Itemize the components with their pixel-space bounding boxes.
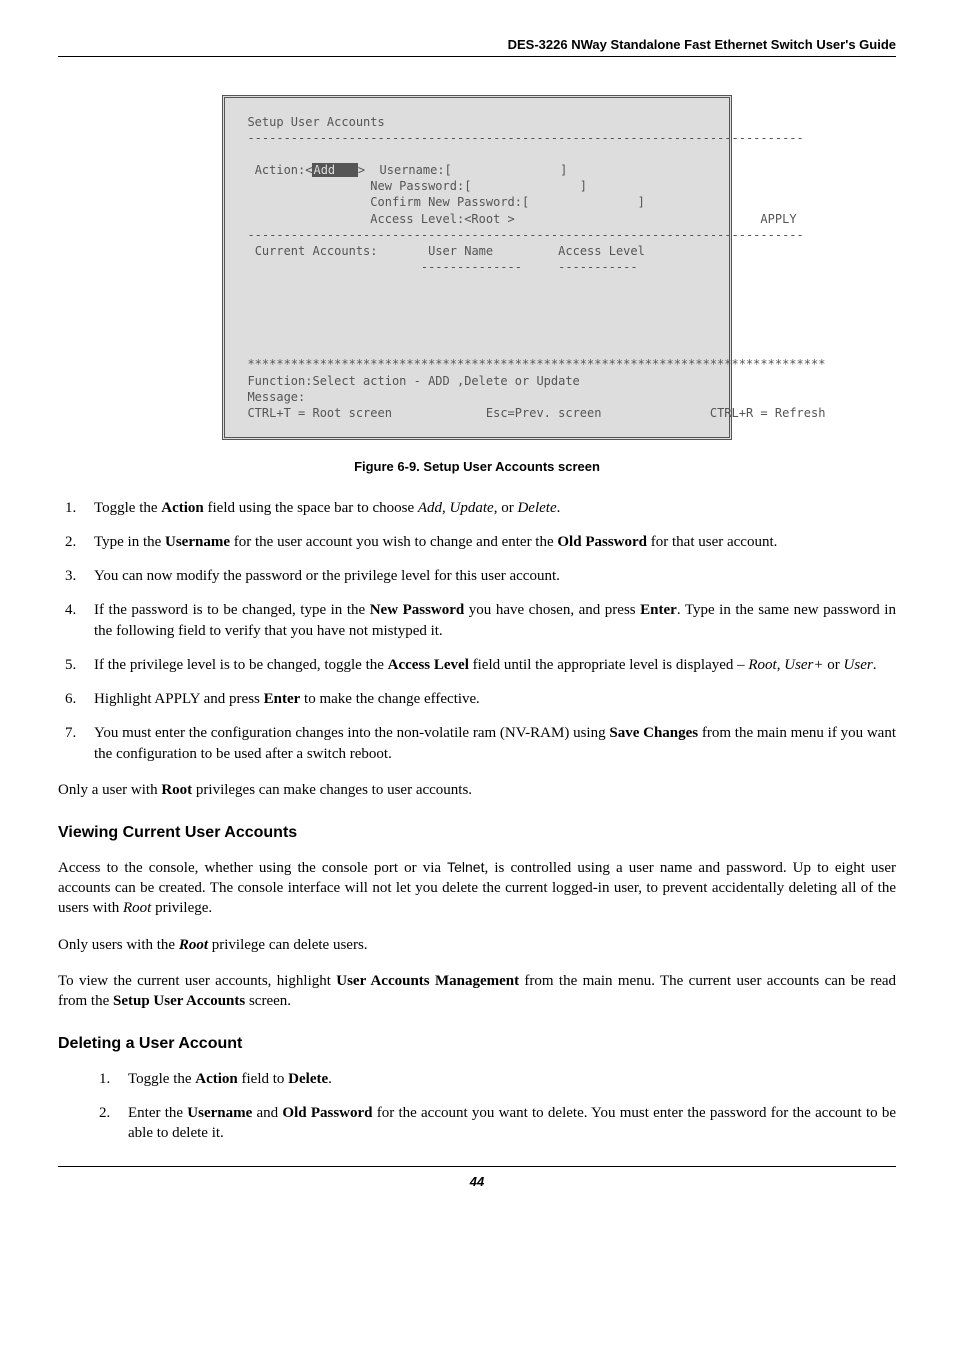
- viewing-p1: Access to the console, whether using the…: [58, 858, 896, 919]
- del-step-2: Enter the Username and Old Password for …: [114, 1103, 896, 1144]
- terminal-figure: Setup User Accounts --------------------…: [58, 89, 896, 441]
- viewing-p3: To view the current user accounts, highl…: [58, 971, 896, 1012]
- footer-rule: [58, 1166, 896, 1167]
- step-4: If the password is to be changed, type i…: [80, 600, 896, 641]
- step-3: You can now modify the password or the p…: [80, 566, 896, 586]
- heading-deleting: Deleting a User Account: [58, 1033, 896, 1055]
- root-only-note: Only a user with Root privileges can mak…: [58, 780, 896, 800]
- figure-caption: Figure 6-9. Setup User Accounts screen: [58, 458, 896, 476]
- del-step-1: Toggle the Action field to Delete.: [114, 1069, 896, 1089]
- running-header: DES-3226 NWay Standalone Fast Ethernet S…: [58, 36, 896, 54]
- steps-list-setup: Toggle the Action field using the space …: [58, 498, 896, 764]
- step-7: You must enter the configuration changes…: [80, 723, 896, 764]
- header-rule: [58, 56, 896, 57]
- terminal-content: Setup User Accounts --------------------…: [233, 114, 721, 422]
- step-5: If the privilege level is to be changed,…: [80, 655, 896, 675]
- heading-viewing: Viewing Current User Accounts: [58, 822, 896, 844]
- viewing-p2: Only users with the Root privilege can d…: [58, 935, 896, 955]
- steps-list-deleting: Toggle the Action field to Delete. Enter…: [58, 1069, 896, 1144]
- action-field[interactable]: Add: [312, 163, 357, 177]
- step-1: Toggle the Action field using the space …: [80, 498, 896, 518]
- step-6: Highlight APPLY and press Enter to make …: [80, 689, 896, 709]
- terminal-window: Setup User Accounts --------------------…: [222, 95, 732, 441]
- step-2: Type in the Username for the user accoun…: [80, 532, 896, 552]
- page-number: 44: [58, 1173, 896, 1191]
